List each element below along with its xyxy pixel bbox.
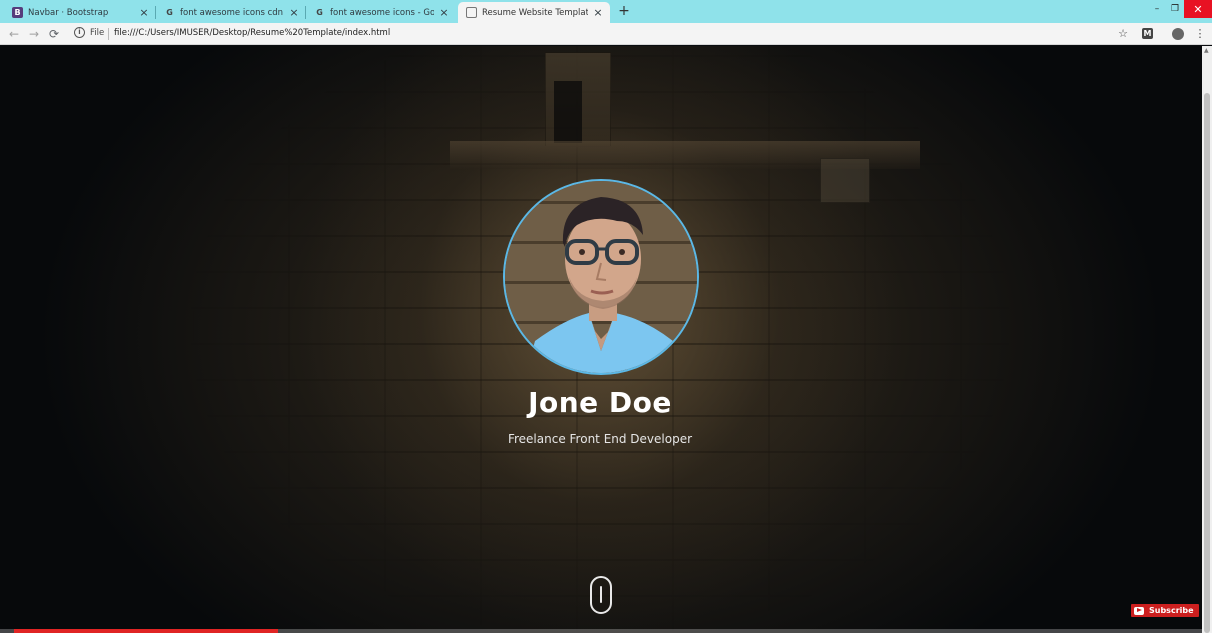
- maximize-button[interactable]: ❐: [1166, 0, 1184, 18]
- google-favicon-icon: G: [166, 8, 173, 17]
- profile-avatar-icon[interactable]: [1172, 28, 1184, 40]
- extension-icon[interactable]: M: [1142, 28, 1153, 39]
- bootstrap-favicon-icon: B: [12, 7, 23, 18]
- profile-tagline: Freelance Front End Developer: [507, 432, 693, 446]
- google-favicon-icon: G: [316, 8, 323, 17]
- hero-section: Jone Doe Freelance Front End Developer S…: [0, 46, 1202, 633]
- profile-photo: [503, 179, 699, 375]
- reload-button[interactable]: ⟳: [46, 26, 62, 42]
- tab-close-icon[interactable]: ×: [138, 6, 150, 19]
- new-tab-button[interactable]: +: [616, 3, 632, 19]
- tab-strip: B Navbar · Bootstrap × G font awesome ic…: [0, 0, 1212, 23]
- site-info-icon[interactable]: i: [74, 27, 85, 38]
- scrollbar-thumb[interactable]: [1204, 93, 1210, 633]
- address-input[interactable]: file:///C:/Users/IMUSER/Desktop/Resume%2…: [114, 28, 390, 38]
- page-scrollbar[interactable]: ▲: [1202, 46, 1212, 633]
- back-button[interactable]: ←: [6, 26, 22, 42]
- document-favicon-icon: [466, 7, 477, 18]
- chimney-decoration: [545, 52, 611, 147]
- profile-name: Jone Doe: [528, 386, 672, 419]
- forward-button[interactable]: →: [26, 26, 42, 42]
- tab-close-icon[interactable]: ×: [288, 6, 300, 19]
- tab-font-awesome-cdn[interactable]: G font awesome icons cdn - Google ×: [156, 2, 306, 23]
- vent-decoration: [820, 158, 870, 203]
- minimize-button[interactable]: –: [1148, 0, 1166, 18]
- browser-window: B Navbar · Bootstrap × G font awesome ic…: [0, 0, 1212, 633]
- tab-close-icon[interactable]: ×: [592, 6, 604, 19]
- tab-navbar-bootstrap[interactable]: B Navbar · Bootstrap ×: [4, 2, 156, 23]
- tab-close-icon[interactable]: ×: [438, 6, 450, 19]
- subscribe-label: Subscribe: [1149, 606, 1194, 615]
- tab-title: Navbar · Bootstrap: [28, 7, 109, 18]
- video-progress-bar[interactable]: [0, 629, 1202, 633]
- tab-title: font awesome icons - Google Se: [330, 7, 434, 18]
- subscribe-button[interactable]: Subscribe: [1131, 604, 1199, 617]
- window-controls: – ❐ ✕: [1148, 0, 1212, 18]
- tab-resume-website-template[interactable]: Resume Website Template ×: [458, 2, 610, 23]
- scheme-label: File: [90, 28, 105, 38]
- mouse-scroll-icon[interactable]: [590, 576, 612, 614]
- tab-title: font awesome icons cdn - Google: [180, 7, 284, 18]
- tab-font-awesome-icons[interactable]: G font awesome icons - Google Se ×: [306, 2, 456, 23]
- browser-menu-icon[interactable]: ⋮: [1192, 26, 1208, 42]
- close-window-button[interactable]: ✕: [1184, 0, 1212, 18]
- youtube-play-icon: [1134, 606, 1144, 615]
- video-progress-fill: [14, 629, 278, 633]
- address-toolbar: ← → ⟳ i File file:///C:/Users/IMUSER/Des…: [0, 23, 1212, 45]
- tab-title: Resume Website Template: [482, 7, 588, 18]
- bookmark-star-icon[interactable]: ☆: [1115, 26, 1131, 42]
